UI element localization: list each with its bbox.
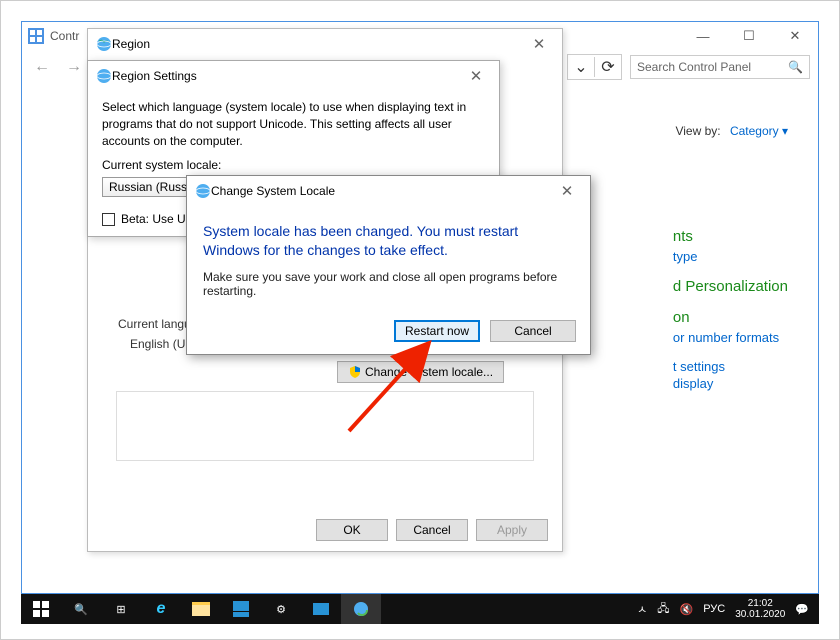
region-titlebar: Region ✕ (88, 29, 562, 59)
back-button[interactable]: ← (30, 58, 54, 76)
confirm-subtext: Make sure you save your work and close a… (203, 270, 574, 298)
intl-cpl-icon[interactable] (341, 594, 381, 624)
view-by-dropdown[interactable]: Category ▾ (730, 124, 788, 138)
forward-button[interactable]: → (62, 58, 86, 76)
globe-icon (96, 36, 112, 52)
locale-label: Current system locale: (102, 157, 485, 174)
maximize-button[interactable]: ☐ (726, 22, 772, 50)
checkbox-box (102, 213, 115, 226)
app-icon-1[interactable] (301, 594, 341, 624)
region-groupbox (116, 391, 534, 461)
view-by: View by: Category ▾ (675, 124, 788, 138)
category-links: nts type d Personalization on or number … (673, 214, 788, 393)
region-ok-button[interactable]: OK (316, 519, 388, 541)
globe-icon (195, 183, 211, 199)
close-button[interactable]: ✕ (772, 22, 818, 50)
settings-icon[interactable]: ⚙ (261, 594, 301, 624)
tray-expand[interactable]: ㅅ (637, 601, 647, 617)
region-apply-button: Apply (476, 519, 548, 541)
confirm-close[interactable]: ✕ (552, 180, 582, 202)
settings-close[interactable]: ✕ (461, 65, 491, 87)
cp-title: Contr (50, 29, 79, 43)
confirm-message: System locale has been changed. You must… (203, 222, 574, 260)
tray-clock[interactable]: 21:02 30.01.2020 (735, 598, 785, 620)
start-button[interactable] (21, 594, 61, 624)
confirm-titlebar: Change System Locale ✕ (187, 176, 590, 206)
tray-notifications[interactable]: 💬 (795, 603, 809, 616)
explorer-icon[interactable] (181, 594, 221, 624)
taskbar: 🔍 ⊞ e ⚙ ㅅ 🖧 🔇 РУС 21:02 30.01.2020 💬 (21, 594, 819, 624)
search-taskbar[interactable]: 🔍 (61, 594, 101, 624)
restart-now-button[interactable]: Restart now (394, 320, 480, 342)
search-input[interactable]: Search Control Panel 🔍 (630, 55, 810, 79)
change-locale-confirm-dialog: Change System Locale ✕ System locale has… (186, 175, 591, 355)
task-view[interactable]: ⊞ (101, 594, 141, 624)
search-icon: 🔍 (788, 60, 803, 74)
control-panel-icon (28, 28, 44, 44)
confirm-cancel-button[interactable]: Cancel (490, 320, 576, 342)
region-cancel-button[interactable]: Cancel (396, 519, 468, 541)
minimize-button[interactable]: — (680, 22, 726, 50)
ie-icon[interactable]: e (141, 594, 181, 624)
addr-dropdown[interactable]: ⌄ (568, 55, 594, 79)
refresh-button[interactable]: ⟳ (595, 55, 621, 79)
tray-volume-icon[interactable]: 🔇 (680, 603, 694, 616)
server-manager-icon[interactable] (221, 594, 261, 624)
shield-icon (348, 365, 362, 379)
settings-titlebar: Region Settings ✕ (88, 61, 499, 91)
search-placeholder: Search Control Panel (637, 60, 751, 74)
region-close[interactable]: ✕ (524, 33, 554, 55)
change-system-locale-button[interactable]: Change system locale... (337, 361, 504, 383)
tray-lang[interactable]: РУС (703, 603, 725, 615)
tray-network-icon[interactable]: 🖧 (657, 600, 669, 619)
globe-icon (96, 68, 112, 84)
settings-description: Select which language (system locale) to… (102, 99, 485, 149)
